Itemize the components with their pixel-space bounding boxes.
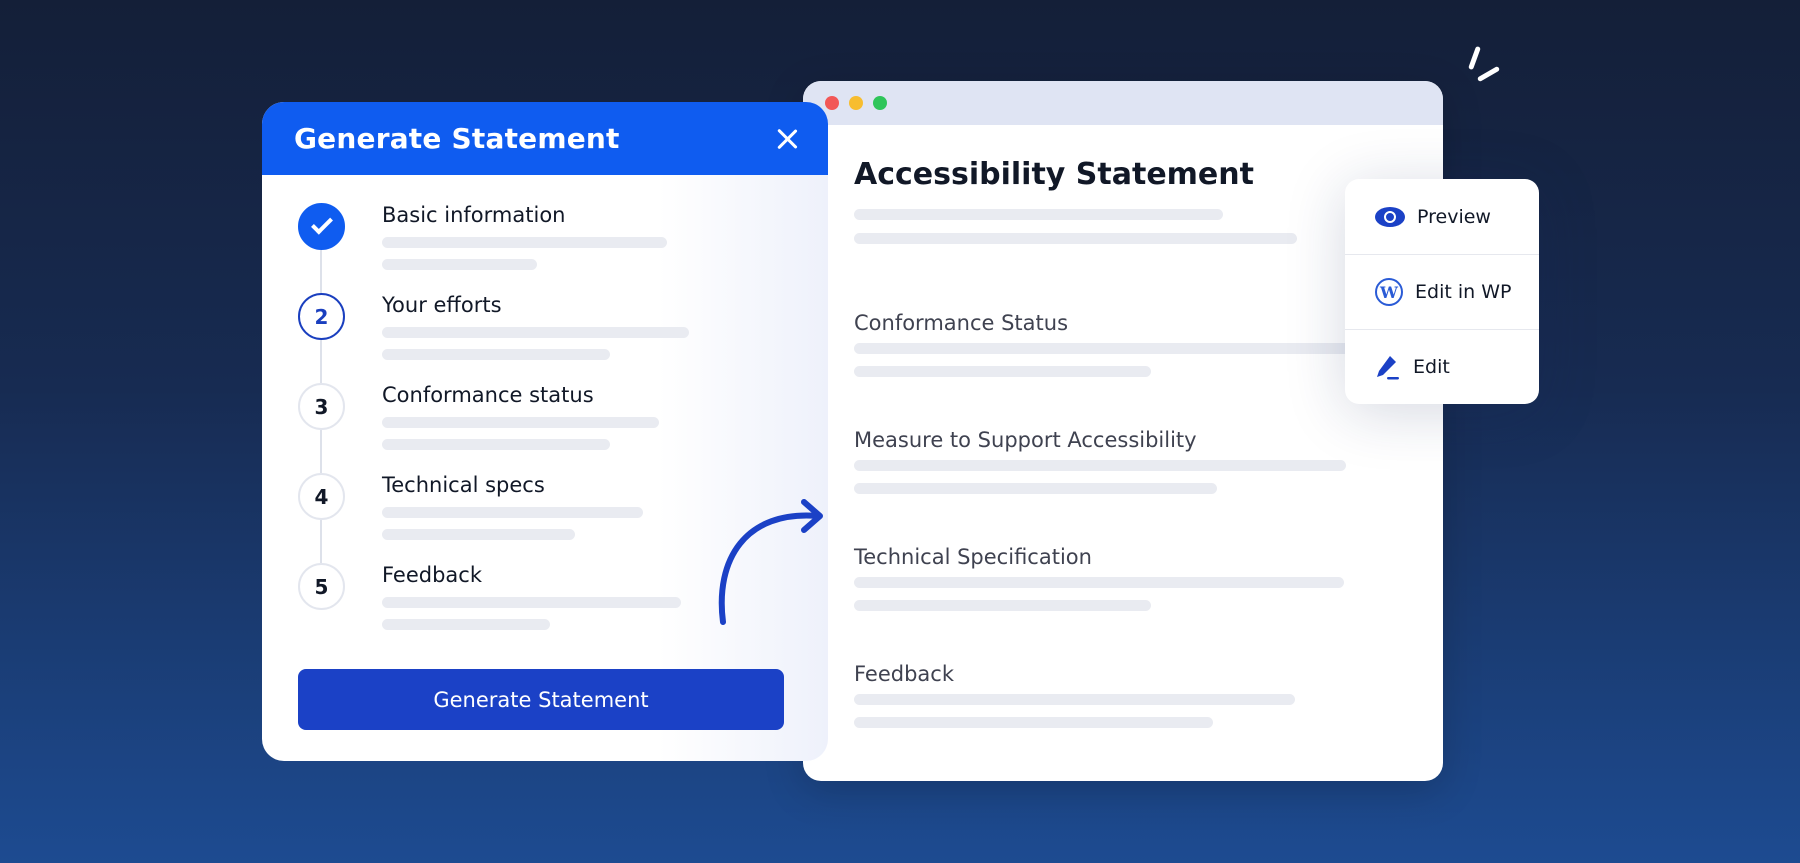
step-label: Conformance status — [382, 383, 594, 407]
menu-item-edit[interactable]: Edit — [1345, 329, 1539, 404]
step-number-badge: 2 — [298, 293, 345, 340]
browser-titlebar — [803, 81, 1443, 125]
placeholder-line — [382, 417, 659, 428]
section-title: Conformance Status — [854, 311, 1069, 335]
step-connector — [320, 250, 322, 293]
step-number-badge: 5 — [298, 563, 345, 610]
canvas-background: Accessibility Statement Conformance Stat… — [0, 0, 1800, 863]
pencil-icon — [1377, 356, 1399, 380]
step-number-badge: 3 — [298, 383, 345, 430]
step-number-badge: 4 — [298, 473, 345, 520]
placeholder-line — [854, 600, 1151, 611]
sparkle-mark — [1468, 45, 1481, 71]
placeholder-line — [382, 259, 537, 270]
statement-actions-menu: Preview W Edit in WP Edit — [1345, 179, 1539, 404]
step-label: Technical specs — [382, 473, 545, 497]
wordpress-icon: W — [1375, 278, 1403, 306]
step-your-efforts[interactable]: 2 Your efforts — [298, 293, 778, 383]
menu-item-edit-in-wp[interactable]: W Edit in WP — [1345, 254, 1539, 329]
menu-item-label: Edit in WP — [1415, 281, 1512, 303]
placeholder-line — [854, 366, 1151, 377]
placeholder-line — [854, 343, 1354, 354]
minimize-window-dot[interactable] — [849, 96, 863, 110]
step-conformance-status[interactable]: 3 Conformance status — [298, 383, 778, 473]
check-icon — [310, 212, 333, 235]
document-title: Accessibility Statement — [854, 157, 1254, 192]
sparkle-mark — [1476, 65, 1501, 83]
placeholder-line — [382, 237, 667, 248]
section-title: Technical Specification — [854, 545, 1092, 569]
dialog-title: Generate Statement — [294, 122, 620, 155]
maximize-window-dot[interactable] — [873, 96, 887, 110]
placeholder-line — [382, 327, 689, 338]
step-basic-information[interactable]: Basic information — [298, 203, 778, 293]
section-title: Feedback — [854, 662, 955, 686]
placeholder-line — [854, 483, 1217, 494]
eye-icon — [1375, 206, 1405, 227]
menu-item-label: Edit — [1413, 356, 1450, 378]
step-connector — [320, 430, 322, 473]
placeholder-line — [382, 597, 681, 608]
placeholder-line — [854, 717, 1213, 728]
placeholder-line — [854, 209, 1223, 220]
step-label: Feedback — [382, 563, 483, 587]
menu-item-label: Preview — [1417, 205, 1491, 228]
step-complete-badge — [298, 203, 345, 250]
step-label: Basic information — [382, 203, 566, 227]
step-label: Your efforts — [382, 293, 502, 317]
placeholder-line — [854, 694, 1295, 705]
placeholder-line — [854, 460, 1346, 471]
step-connector — [320, 340, 322, 383]
close-icon[interactable] — [774, 126, 800, 152]
generate-statement-button[interactable]: Generate Statement — [298, 669, 784, 730]
placeholder-line — [382, 439, 610, 450]
menu-item-preview[interactable]: Preview — [1345, 179, 1539, 254]
dialog-header: Generate Statement — [262, 102, 828, 175]
placeholder-line — [382, 349, 610, 360]
placeholder-line — [854, 577, 1344, 588]
generate-statement-dialog: Generate Statement Basic information 2 Y… — [262, 102, 828, 761]
placeholder-line — [854, 233, 1297, 244]
close-window-dot[interactable] — [825, 96, 839, 110]
curved-arrow-icon — [718, 499, 823, 625]
placeholder-line — [382, 529, 575, 540]
placeholder-line — [382, 507, 643, 518]
section-title: Measure to Support Accessibility — [854, 428, 1197, 452]
step-connector — [320, 520, 322, 563]
placeholder-line — [382, 619, 550, 630]
